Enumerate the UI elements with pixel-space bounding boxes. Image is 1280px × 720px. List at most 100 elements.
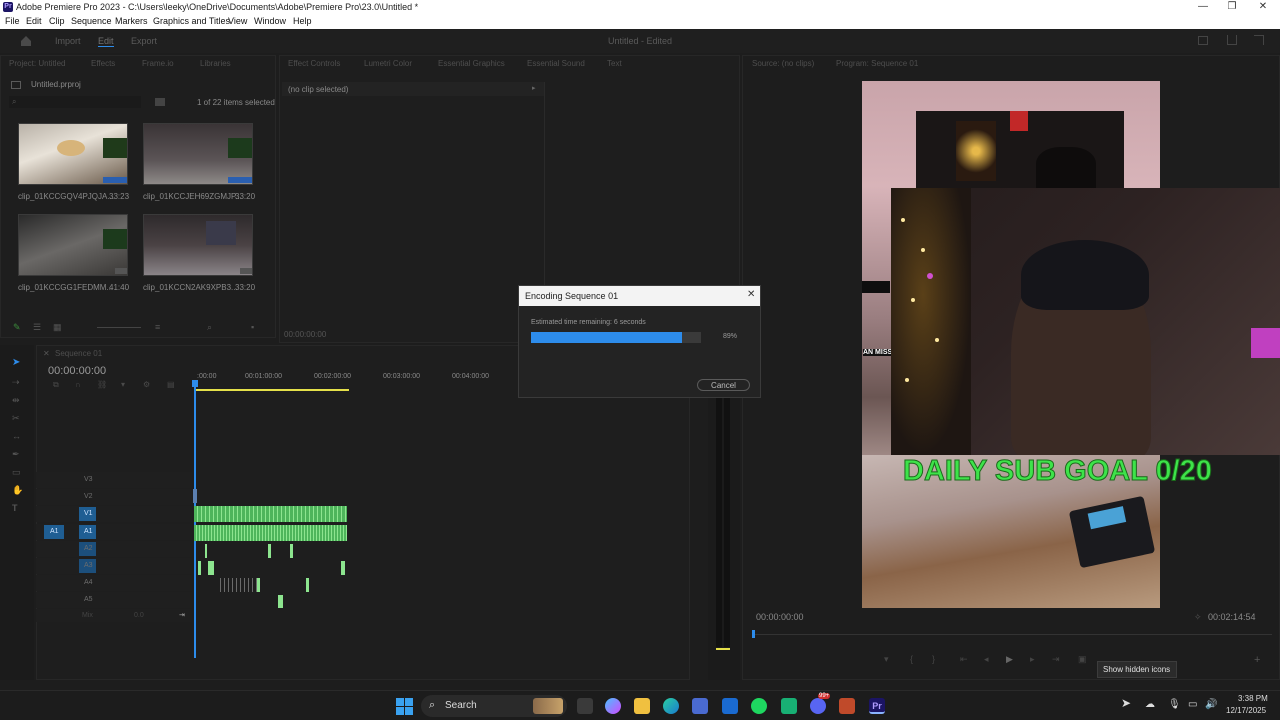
sort-icon[interactable]: ≡: [155, 322, 160, 332]
step-forward-icon[interactable]: ▸: [1030, 654, 1035, 665]
icon-view-icon[interactable]: ▦: [53, 322, 62, 333]
list-view-icon[interactable]: ☰: [33, 322, 41, 333]
home-icon[interactable]: [20, 35, 32, 46]
clock-date[interactable]: 12/17/2025: [1226, 706, 1266, 715]
new-bin-icon[interactable]: [155, 98, 165, 106]
close-window-button[interactable]: ✕: [1253, 1, 1273, 12]
mark-out-icon[interactable]: }: [932, 654, 935, 664]
step-back-icon[interactable]: ◂: [984, 654, 989, 665]
clip-thumbnail[interactable]: [18, 214, 128, 276]
tab-frameio[interactable]: Frame.io: [142, 59, 174, 68]
project-search-input[interactable]: ⌕: [9, 96, 141, 108]
menu-sequence[interactable]: Sequence: [71, 16, 112, 26]
menu-edit[interactable]: Edit: [26, 16, 42, 26]
close-tab-icon[interactable]: ✕: [43, 349, 50, 358]
task-view-icon[interactable]: [577, 698, 593, 714]
find-icon[interactable]: ⌕: [207, 322, 212, 333]
network-icon[interactable]: ▭: [1188, 699, 1197, 710]
tab-program[interactable]: Program: Sequence 01: [836, 59, 918, 68]
store-icon[interactable]: [692, 698, 708, 714]
tab-effect-controls[interactable]: Effect Controls: [288, 59, 340, 68]
slip-tool-icon[interactable]: ↔: [12, 431, 21, 441]
a3-clip[interactable]: [198, 561, 201, 575]
file-explorer-icon[interactable]: [634, 698, 650, 714]
menu-help[interactable]: Help: [293, 16, 312, 26]
volume-icon[interactable]: 🔊: [1205, 699, 1217, 710]
pencil-icon[interactable]: ✎: [13, 322, 21, 333]
a4-clip[interactable]: [257, 578, 260, 592]
a2-clip[interactable]: [205, 544, 207, 558]
playhead-handle[interactable]: [192, 380, 198, 387]
add-button-icon[interactable]: +: [1254, 654, 1260, 666]
type-tool-icon[interactable]: T: [12, 503, 18, 513]
work-area-bar[interactable]: [195, 389, 349, 391]
menu-markers[interactable]: Markers: [115, 16, 148, 26]
snap-icon[interactable]: ∩: [75, 380, 81, 389]
ripple-edit-icon[interactable]: ⇹: [12, 395, 20, 406]
menu-graphics-titles[interactable]: Graphics and Titles: [153, 16, 230, 26]
clock-time[interactable]: 3:38 PM: [1238, 694, 1268, 703]
clip-thumbnail[interactable]: [143, 123, 253, 185]
pen-tool-icon[interactable]: ✒: [12, 449, 20, 460]
go-to-out-icon[interactable]: ⇥: [1052, 654, 1060, 665]
menu-window[interactable]: Window: [254, 16, 286, 26]
program-scrub-bar[interactable]: [752, 634, 1272, 635]
tab-source[interactable]: Source: (no clips): [752, 59, 814, 68]
tab-essential-sound[interactable]: Essential Sound: [527, 59, 585, 68]
outlook-icon[interactable]: [722, 698, 738, 714]
menu-clip[interactable]: Clip: [49, 16, 65, 26]
mix-end-icon[interactable]: ⇥: [179, 611, 185, 619]
app-icon[interactable]: [781, 698, 797, 714]
edge-icon[interactable]: [663, 698, 679, 714]
onedrive-icon[interactable]: ☁: [1145, 699, 1155, 710]
add-marker-icon[interactable]: ▾: [121, 380, 125, 389]
tab-import[interactable]: Import: [55, 36, 81, 46]
settings-icon[interactable]: ⚙: [143, 380, 150, 389]
hand-tool-icon[interactable]: ✋: [12, 485, 23, 496]
menu-view[interactable]: View: [228, 16, 247, 26]
linked-icon[interactable]: ⛓: [97, 380, 107, 389]
timeline-timecode[interactable]: 00:00:00:00: [48, 365, 106, 377]
spotify-icon[interactable]: [751, 698, 767, 714]
tab-essential-graphics[interactable]: Essential Graphics: [438, 59, 505, 68]
a5-clip[interactable]: [278, 595, 283, 608]
a1-clip[interactable]: [194, 525, 347, 541]
windows-start-icon[interactable]: [396, 698, 413, 715]
dialog-close-icon[interactable]: ✕: [747, 289, 755, 300]
fullscreen-icon[interactable]: [1254, 35, 1264, 45]
sequence-tab[interactable]: Sequence 01: [55, 349, 102, 358]
menu-file[interactable]: File: [5, 16, 20, 26]
cancel-button[interactable]: Cancel: [697, 379, 750, 391]
track-select-icon[interactable]: ⇢: [12, 377, 20, 388]
copilot-icon[interactable]: [605, 698, 621, 714]
delete-icon[interactable]: ▪: [251, 322, 254, 332]
zoom-slider[interactable]: [97, 327, 141, 328]
a4-clip[interactable]: [306, 578, 309, 592]
captions-icon[interactable]: ▤: [167, 380, 175, 389]
maximize-button[interactable]: ❐: [1222, 1, 1242, 12]
tab-export[interactable]: Export: [131, 36, 157, 46]
selection-tool-icon[interactable]: ➤: [12, 357, 20, 368]
tab-edit[interactable]: Edit: [98, 36, 114, 47]
play-icon[interactable]: ▶: [1006, 654, 1013, 665]
app-icon[interactable]: [839, 698, 855, 714]
microphone-icon[interactable]: 🎙: [1168, 699, 1181, 710]
expand-icon[interactable]: ▸: [532, 84, 536, 92]
nest-icon[interactable]: ⧉: [53, 380, 59, 390]
marker-icon[interactable]: ▾: [884, 654, 889, 665]
tab-effects[interactable]: Effects: [91, 59, 115, 68]
a2-clip[interactable]: [268, 544, 271, 558]
tab-text[interactable]: Text: [607, 59, 622, 68]
go-to-in-icon[interactable]: ⇤: [960, 654, 968, 665]
taskbar-search[interactable]: ⌕ Search: [421, 695, 567, 717]
v2-clip[interactable]: [193, 489, 197, 503]
tab-lumetri-color[interactable]: Lumetri Color: [364, 59, 412, 68]
a3-clip[interactable]: [341, 561, 345, 575]
workspace-icon[interactable]: [1198, 36, 1208, 45]
clip-thumbnail[interactable]: [18, 123, 128, 185]
tab-project[interactable]: Project: Untitled: [9, 59, 65, 68]
v1-clip[interactable]: [194, 506, 347, 522]
a3-clip[interactable]: [208, 561, 214, 575]
rectangle-tool-icon[interactable]: ▭: [12, 467, 21, 478]
razor-icon[interactable]: ✂: [12, 413, 20, 424]
